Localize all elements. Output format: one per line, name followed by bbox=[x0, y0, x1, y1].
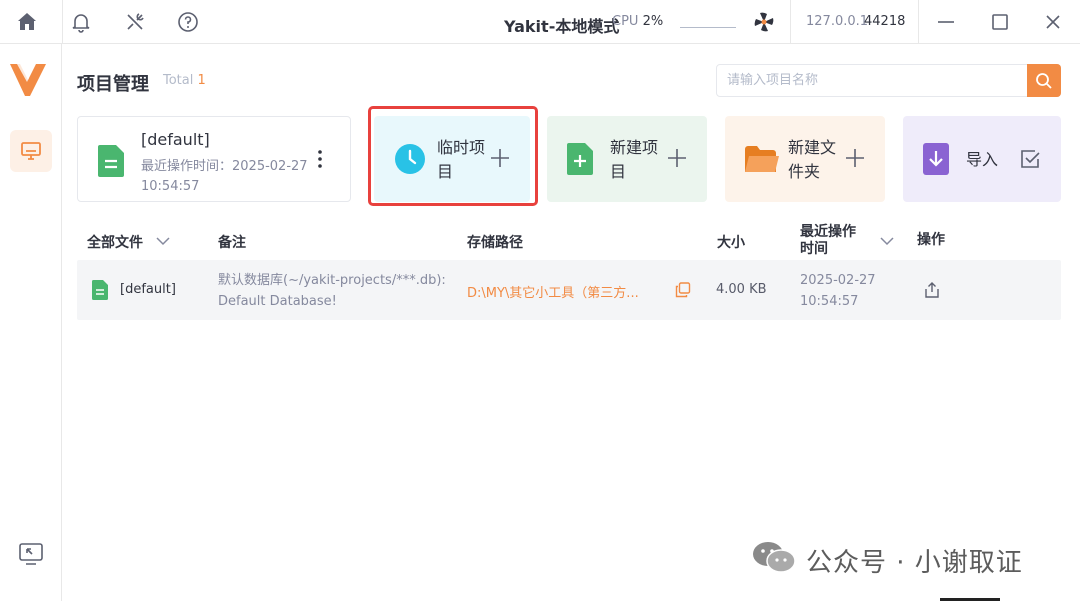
chevron-down-icon[interactable] bbox=[156, 236, 170, 246]
project-search bbox=[716, 64, 1061, 97]
header-path: 存储路径 bbox=[467, 235, 523, 251]
project-file-icon bbox=[92, 280, 108, 300]
bell-icon[interactable] bbox=[69, 10, 93, 34]
new-folder-button[interactable]: 新建文件夹 bbox=[725, 116, 885, 202]
copy-icon[interactable] bbox=[675, 282, 691, 298]
search-button[interactable] bbox=[1027, 64, 1061, 97]
page-title: 项目管理 bbox=[77, 74, 149, 95]
sidebar-item-projects[interactable] bbox=[10, 130, 52, 172]
monitor-icon bbox=[21, 142, 41, 160]
app-window: Yakit-本地模式 CPU 2% 127.0.0.1 44218 项目管理 T… bbox=[0, 0, 1080, 601]
new-folder-label: 新建文件夹 bbox=[788, 138, 837, 181]
title-bar: Yakit-本地模式 CPU 2% 127.0.0.1 44218 bbox=[0, 0, 1080, 44]
project-name: [default] bbox=[141, 130, 210, 149]
maximize-icon[interactable] bbox=[988, 10, 1012, 34]
row-size: 4.00 KB bbox=[716, 282, 767, 297]
header-all-files[interactable]: 全部文件 bbox=[87, 232, 143, 252]
folder-icon bbox=[745, 146, 779, 172]
cpu-indicator: CPU 2% bbox=[612, 14, 663, 29]
divider bbox=[62, 0, 63, 44]
row-recent-time: 2025-02-27 10:54:57 bbox=[800, 270, 876, 312]
search-input[interactable] bbox=[717, 65, 1027, 96]
engine-port: 44218 bbox=[864, 14, 906, 29]
app-title: Yakit-本地模式 bbox=[504, 17, 620, 36]
home-icon[interactable] bbox=[15, 10, 39, 34]
row-note: 默认数据库(~/yakit-projects/***.db): Default … bbox=[218, 273, 446, 309]
plus-icon bbox=[846, 149, 864, 167]
header-recent[interactable]: 最近操作时间 bbox=[800, 224, 864, 258]
export-icon[interactable] bbox=[923, 281, 941, 299]
tools-icon[interactable] bbox=[123, 10, 147, 34]
import-file-icon bbox=[923, 143, 949, 175]
sidebar bbox=[0, 44, 62, 601]
close-icon[interactable] bbox=[1041, 10, 1065, 34]
row-name: [default] bbox=[120, 282, 176, 297]
total-label: Total bbox=[163, 73, 194, 88]
total-count: Total 1 bbox=[163, 73, 206, 88]
chevron-down-icon[interactable] bbox=[880, 236, 894, 246]
divider bbox=[790, 0, 791, 44]
new-project-button[interactable]: 新建项目 bbox=[547, 116, 707, 202]
search-icon bbox=[1036, 73, 1052, 89]
wechat-icon bbox=[753, 542, 796, 573]
cpu-label: CPU bbox=[612, 14, 639, 29]
row-clock: 10:54:57 bbox=[800, 294, 859, 309]
yakit-logo-icon bbox=[10, 64, 46, 96]
row-date: 2025-02-27 bbox=[800, 273, 876, 288]
header-note: 备注 bbox=[218, 235, 246, 251]
new-project-label: 新建项目 bbox=[610, 138, 659, 181]
watermark-text: 公众号 · 小谢取证 bbox=[806, 548, 1023, 578]
wechat-watermark: 公众号 · 小谢取证 bbox=[752, 540, 1052, 578]
header-size: 大小 bbox=[717, 235, 745, 251]
row-path: D:\MY\其它小工具（第三方... bbox=[467, 286, 639, 301]
table-row[interactable]: [default] 默认数据库(~/yakit-projects/***.db)… bbox=[77, 260, 1061, 320]
minimize-icon[interactable] bbox=[934, 10, 958, 34]
engine-status-icon[interactable] bbox=[752, 10, 776, 34]
project-card-default[interactable]: [default] 最近操作时间：2025-02-27 10:54:57 bbox=[77, 116, 351, 202]
engine-address: 127.0.0.1 bbox=[806, 14, 869, 29]
total-value: 1 bbox=[197, 73, 206, 88]
cpu-value: 2% bbox=[642, 14, 664, 29]
import-button[interactable]: 导入 bbox=[903, 116, 1061, 202]
divider bbox=[918, 0, 919, 44]
new-file-icon bbox=[567, 143, 593, 175]
project-file-icon bbox=[98, 145, 124, 177]
screen-cast-icon[interactable] bbox=[17, 540, 45, 568]
help-icon[interactable] bbox=[176, 10, 200, 34]
project-last-time: 最近操作时间：2025-02-27 10:54:57 bbox=[141, 159, 308, 194]
annotation-highlight-box bbox=[368, 106, 538, 206]
more-vertical-icon[interactable] bbox=[312, 147, 328, 171]
header-actions: 操作 bbox=[917, 232, 945, 248]
import-check-icon bbox=[1021, 150, 1040, 168]
plus-icon bbox=[668, 149, 686, 167]
cpu-sparkline bbox=[680, 27, 736, 28]
